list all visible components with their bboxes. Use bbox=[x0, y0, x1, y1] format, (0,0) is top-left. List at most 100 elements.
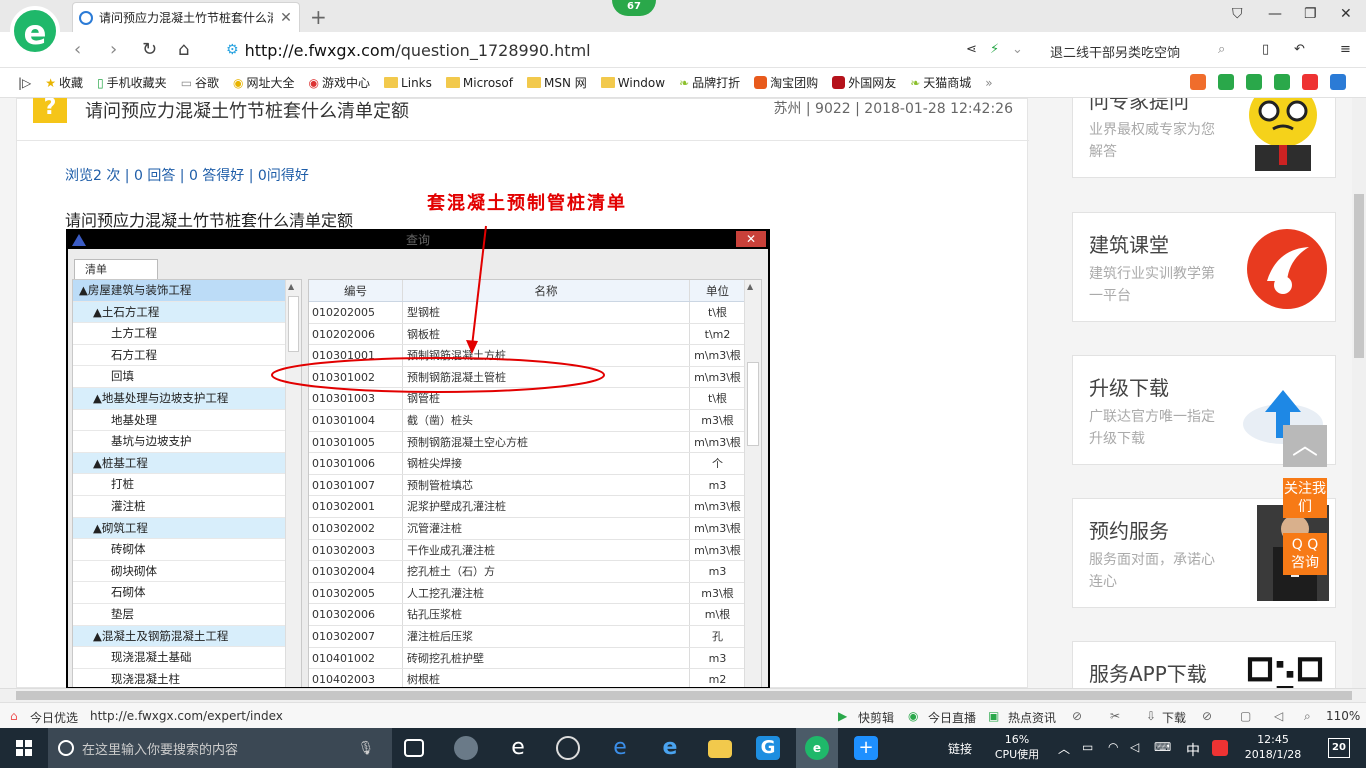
keyboard-icon[interactable]: ⌨ bbox=[1154, 740, 1171, 754]
sidebar-card-expert[interactable]: 问专家提问 业界最权威专家为您解答 bbox=[1072, 98, 1336, 178]
favorite-item[interactable]: ★ 收藏 bbox=[45, 74, 83, 91]
close-window-button[interactable]: ✕ bbox=[1340, 6, 1352, 22]
today-pick-icon[interactable]: ⌂ bbox=[10, 709, 18, 723]
glodon-app-icon[interactable]: G bbox=[756, 736, 780, 760]
sidebar-toggle-icon[interactable]: |▷ bbox=[18, 76, 31, 90]
favorite-item[interactable]: Links bbox=[384, 76, 432, 90]
browser-logo-icon[interactable]: e bbox=[10, 6, 60, 56]
wifi-icon[interactable]: ◠ bbox=[1108, 740, 1118, 754]
cpu-usage[interactable]: 16% CPU使用 bbox=[990, 732, 1044, 762]
today-pick-link[interactable]: 今日优选 bbox=[30, 709, 78, 726]
sogou-icon[interactable] bbox=[1212, 740, 1228, 756]
hot-news-link[interactable]: 热点资讯 bbox=[1008, 709, 1056, 726]
lightning-icon[interactable]: ⚡ bbox=[990, 42, 999, 57]
file-explorer-icon[interactable] bbox=[708, 740, 732, 758]
zoom-icon[interactable]: ⌕ bbox=[1304, 709, 1311, 724]
sidebar-card-classroom[interactable]: 建筑课堂 建筑行业实训教学第一平台 bbox=[1072, 212, 1336, 322]
horizontal-scroll-thumb[interactable] bbox=[16, 691, 1352, 700]
notification-center-icon[interactable]: 20 bbox=[1328, 738, 1350, 758]
more-favorites-icon[interactable]: » bbox=[985, 76, 992, 90]
pin-icon[interactable]: ✂ bbox=[1110, 709, 1120, 723]
cell-code: 010302003 bbox=[309, 539, 403, 561]
edge-icon[interactable]: e bbox=[608, 736, 632, 760]
browser-e-icon[interactable]: e bbox=[506, 736, 530, 760]
task-view-icon[interactable] bbox=[404, 739, 424, 757]
search-icon[interactable]: ⌕ bbox=[1218, 42, 1225, 57]
sidebar-card-app[interactable]: 服务APP下载 bbox=[1072, 641, 1336, 688]
phone-icon[interactable]: ▯ bbox=[1262, 42, 1269, 57]
swirl-app-icon[interactable] bbox=[556, 736, 580, 760]
download-link[interactable]: 下载 bbox=[1162, 709, 1186, 726]
question-stats[interactable]: 浏览2 次 | 0 回答 | 0 答得好 | 0问得好 bbox=[65, 165, 309, 185]
clock[interactable]: 12:45 2018/1/28 bbox=[1236, 732, 1310, 762]
ie-icon[interactable]: e bbox=[658, 736, 682, 760]
refresh-button[interactable]: ↻ bbox=[142, 39, 157, 60]
vertical-scroll-thumb[interactable] bbox=[1354, 194, 1364, 358]
book-icon[interactable] bbox=[1218, 74, 1234, 90]
translate-icon[interactable] bbox=[1274, 74, 1290, 90]
minimize-button[interactable]: — bbox=[1268, 6, 1282, 22]
shield-icon[interactable] bbox=[1246, 74, 1262, 90]
active-task-highlight[interactable]: e bbox=[796, 728, 838, 768]
search-suggestion[interactable]: 退二线干部另类吃空饷 bbox=[1050, 42, 1180, 61]
favorite-item[interactable]: 外国网友 bbox=[832, 74, 896, 91]
ime-indicator[interactable]: 中 bbox=[1186, 740, 1200, 760]
menu-icon[interactable]: ≡ bbox=[1340, 42, 1351, 57]
taskbar-search-box[interactable]: 在这里输入你要搜索的内容 🎙 bbox=[48, 728, 392, 768]
sound-icon[interactable]: ◁ bbox=[1274, 709, 1283, 723]
speedup-icon[interactable]: ⊘ bbox=[1072, 709, 1082, 723]
windows-start-icon[interactable] bbox=[16, 740, 32, 756]
qq-consult-button[interactable]: Q Q 咨询 bbox=[1283, 533, 1327, 575]
plus-app-icon[interactable]: + bbox=[854, 736, 878, 760]
zoom-level[interactable]: 110% bbox=[1326, 709, 1360, 723]
favorite-item[interactable]: 淘宝团购 bbox=[754, 74, 818, 91]
favorite-item[interactable]: MSN 网 bbox=[527, 74, 587, 91]
refresh-icon[interactable]: ⊘ bbox=[1202, 709, 1212, 723]
window-icon[interactable]: ▢ bbox=[1240, 709, 1251, 723]
favorite-item[interactable]: ▭ 谷歌 bbox=[181, 74, 219, 91]
page-horizontal-scrollbar[interactable] bbox=[0, 688, 1366, 702]
tray-link-label[interactable]: 链接 bbox=[948, 740, 972, 757]
magnifier-icon[interactable] bbox=[1330, 74, 1346, 90]
discount-icon[interactable] bbox=[1190, 74, 1206, 90]
volume-icon[interactable]: ◁ bbox=[1130, 740, 1139, 754]
clock-date: 2018/1/28 bbox=[1244, 748, 1302, 761]
tab-close-icon[interactable]: ✕ bbox=[279, 10, 293, 26]
forward-button[interactable]: › bbox=[110, 39, 117, 60]
battery-icon[interactable]: ▭ bbox=[1082, 740, 1093, 754]
cell-name: 型钢桩 bbox=[403, 302, 690, 323]
quick-clip-link[interactable]: 快剪辑 bbox=[858, 709, 894, 726]
favorite-item[interactable]: ❧ 天猫商城 bbox=[910, 74, 971, 91]
live-link[interactable]: 今日直播 bbox=[928, 709, 976, 726]
page-vertical-scrollbar[interactable] bbox=[1352, 98, 1366, 688]
follow-us-button[interactable]: 关注我们 bbox=[1283, 478, 1327, 518]
favorite-item[interactable]: Microsof bbox=[445, 76, 513, 90]
score-badge[interactable]: 67 bbox=[612, 0, 656, 16]
windows-taskbar: 在这里输入你要搜索的内容 🎙 e e e G e + 链接 16% CPU使用 … bbox=[0, 728, 1366, 768]
fan-app-icon[interactable] bbox=[454, 736, 478, 760]
globe-icon: ◉ bbox=[233, 75, 244, 90]
undo-icon[interactable]: ↶ bbox=[1294, 42, 1305, 57]
back-button[interactable]: ‹ bbox=[74, 39, 81, 60]
favorite-item[interactable]: ◉ 网址大全 bbox=[233, 74, 295, 91]
microphone-icon[interactable]: 🎙 bbox=[357, 741, 374, 756]
share-icon[interactable]: ⋖ bbox=[966, 42, 977, 57]
back-to-top-button[interactable]: ︿ bbox=[1283, 425, 1327, 467]
favorite-item[interactable]: ◉ 游戏中心 bbox=[309, 74, 371, 91]
favorite-item[interactable]: ▯ 手机收藏夹 bbox=[97, 74, 167, 91]
favorite-item[interactable]: Window bbox=[600, 76, 665, 90]
new-tab-button[interactable]: + bbox=[310, 5, 327, 29]
shirt-icon[interactable]: ⛉ bbox=[1232, 6, 1243, 22]
tab-active[interactable]: 请问预应力混凝土竹节桩套什么清单定额 ✕ bbox=[72, 2, 300, 32]
favorite-item[interactable]: ❧ 品牌打折 bbox=[679, 74, 740, 91]
home-button[interactable]: ⌂ bbox=[178, 39, 189, 60]
favorites-bar: |▷ ★ 收藏 ▯ 手机收藏夹 ▭ 谷歌 ◉ 网址大全 ◉ 游戏中心 Links Micr… bbox=[0, 68, 1366, 98]
address-bar[interactable]: ⚙ http://e.fwxgx.com/question_1728990.ht… bbox=[220, 36, 1038, 64]
cell-code: 010301004 bbox=[309, 409, 403, 431]
card-title: 预约服务 bbox=[1089, 519, 1169, 543]
scissors-icon[interactable] bbox=[1302, 74, 1318, 90]
chevron-down-icon[interactable]: ⌄ bbox=[1012, 42, 1023, 57]
tray-expand-icon[interactable]: ︿ bbox=[1058, 740, 1070, 757]
site-info-icon[interactable]: ⚙ bbox=[226, 42, 239, 58]
restore-button[interactable]: ❐ bbox=[1304, 6, 1317, 22]
